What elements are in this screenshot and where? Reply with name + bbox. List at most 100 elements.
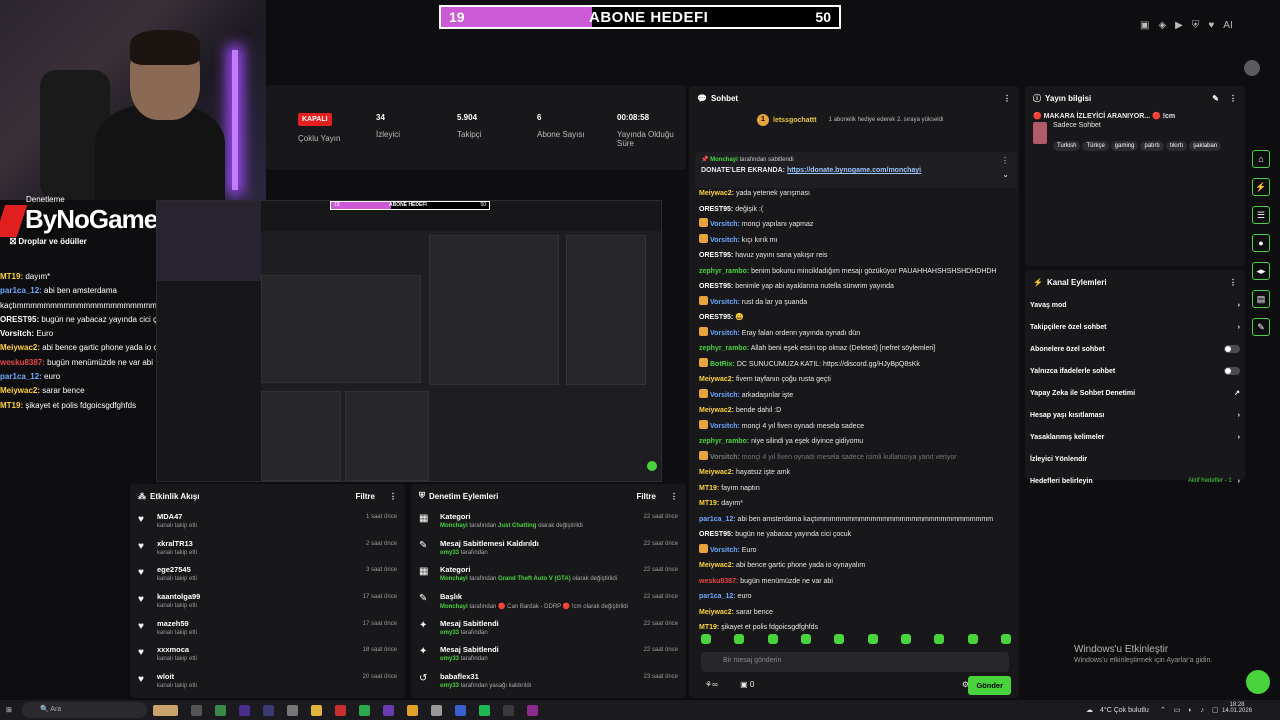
toggle-switch[interactable]	[1224, 345, 1240, 353]
app-icon-7[interactable]	[431, 704, 442, 716]
chat-user[interactable]: Vorsitch:	[710, 221, 740, 228]
chat-message[interactable]: par1ca_12: euro	[699, 589, 1011, 605]
chat-message[interactable]: Meiywac2: yada yetenek yarışması	[699, 186, 1011, 202]
mod-action-user[interactable]: Monchayi	[440, 604, 468, 610]
emote-icon[interactable]	[734, 634, 745, 644]
more-icon[interactable]: ⋮	[1003, 94, 1011, 103]
explorer-icon[interactable]	[311, 704, 322, 716]
activity-item[interactable]: ♥ wloit kanalı takip etti 20 saat önce	[130, 668, 405, 695]
mod-action-item[interactable]: ✎ Başlık Monchayi tarafından 🔴 Can Bardak …	[411, 588, 686, 615]
chat-user[interactable]: zephyr_rambo:	[699, 345, 749, 352]
chat-message[interactable]: OREST95: benimle yap abi ayaklarına nute…	[699, 279, 1011, 295]
emote-icon[interactable]	[867, 634, 878, 644]
more-icon[interactable]: ⋮	[1229, 278, 1237, 287]
emote-icon[interactable]	[767, 634, 778, 644]
app-icon-10[interactable]	[527, 704, 538, 716]
app-icon-4[interactable]	[287, 704, 298, 716]
chevron-down-icon[interactable]: ⌄	[1002, 170, 1009, 179]
toolbar-btn-3[interactable]: ☰	[1252, 206, 1270, 224]
send-button[interactable]: Gönder	[968, 676, 1011, 695]
chat-user[interactable]: Vorsitch:	[710, 454, 740, 461]
play-icon[interactable]: ▶	[1175, 20, 1183, 31]
mod-filter-button[interactable]: Filtre	[636, 492, 656, 501]
channel-action-item[interactable]: Yapay Zeka ile Sohbet Denetimi ↗	[1025, 382, 1245, 404]
mod-action-user[interactable]: Monchayi	[440, 523, 468, 529]
stream-tag[interactable]: Turkish	[1053, 141, 1081, 151]
app-icon-2[interactable]	[239, 704, 250, 716]
pinned-by[interactable]: Monchayi	[710, 157, 738, 163]
mod-action-user[interactable]: omy33	[440, 630, 459, 636]
app-icon-9[interactable]	[503, 704, 514, 716]
chat-user[interactable]: Vorsitch:	[710, 330, 740, 337]
chat-user[interactable]: MT19:	[699, 485, 719, 492]
mod-action-user[interactable]: omy33	[440, 550, 459, 556]
chat-input[interactable]: Bir mesaj gönderin	[701, 652, 1009, 672]
weather-text[interactable]: 4°C Çok bulutlu	[1100, 707, 1149, 714]
activity-item[interactable]: ♥ kaantolga99 kanalı takip etti 17 saat önc…	[130, 588, 405, 615]
stream-preview[interactable]: 19 ABONE HEDEFI 50	[156, 200, 662, 482]
emote-icon[interactable]	[701, 634, 711, 644]
toolbar-btn-6[interactable]: ▤	[1252, 290, 1270, 308]
channel-action-item[interactable]: Abonelere özel sohbet	[1025, 338, 1245, 360]
chat-user[interactable]: MT19:	[699, 500, 719, 507]
toolbar-btn-2[interactable]: ⚡	[1252, 178, 1270, 196]
toolbar-btn-7[interactable]: ✎	[1252, 318, 1270, 336]
app-icon-6[interactable]	[383, 704, 394, 716]
avatar[interactable]	[1244, 60, 1260, 76]
pinned-link[interactable]: https://donate.bynogame.com/monchayi	[787, 167, 921, 174]
chat-user[interactable]: OREST95:	[699, 314, 733, 321]
windows-start-icon[interactable]: ⊞	[6, 706, 12, 714]
edit-icon[interactable]: ✎	[1212, 94, 1219, 103]
opera-icon[interactable]	[335, 704, 346, 716]
chat-message[interactable]: Vorsitch: monçi yapılanı yapmaz	[699, 217, 1011, 233]
app-icon-8[interactable]	[455, 704, 466, 716]
chat-message[interactable]: Meiywac2: sarar bence	[699, 605, 1011, 621]
chat-user[interactable]: Meiywac2:	[699, 376, 734, 383]
chat-message[interactable]: MT19: dayım*	[699, 496, 1011, 512]
app-icon-1[interactable]	[215, 704, 226, 716]
chat-message[interactable]: OREST95: bugün ne yabacaz yayında cici ç…	[699, 527, 1011, 543]
chat-message[interactable]: BotRix: DC SUNUCUMUZA KATIL: https://dis…	[699, 357, 1011, 373]
stream-tag[interactable]: patırtı	[1140, 141, 1164, 151]
more-icon[interactable]: ⋮	[670, 492, 678, 501]
icon-2[interactable]: ◈	[1158, 20, 1166, 31]
points-icon[interactable]: ⚘∞ ▣ 0	[705, 680, 754, 689]
chat-user[interactable]: par1ca_12:	[699, 593, 736, 600]
emote-icon[interactable]	[800, 634, 811, 644]
widget-thumbnail[interactable]	[153, 704, 178, 716]
stream-tag[interactable]: şaklaban	[1189, 141, 1222, 151]
mod-action-item[interactable]: ✦ Mesaj Sabitlendi omy33 tarafından 22 saat…	[411, 615, 686, 642]
taskview-icon[interactable]	[191, 704, 202, 716]
chat-message[interactable]: Vorsitch: monçi 4 yıl fiven oynadı mesel…	[699, 450, 1011, 466]
chat-user[interactable]: par1ca_12:	[699, 516, 736, 523]
activity-item[interactable]: ♥ xxxmoca kanalı takip etti 18 saat önce	[130, 641, 405, 668]
category-name[interactable]: Sadece Sohbet	[1053, 122, 1223, 129]
channel-action-item[interactable]: Hesap yaşı kısıtlaması ›	[1025, 404, 1245, 426]
emote-icon[interactable]	[967, 634, 978, 644]
ai-icon[interactable]: AI	[1223, 20, 1232, 31]
emote-icon[interactable]	[900, 634, 911, 644]
chat-user[interactable]: Vorsitch:	[710, 547, 740, 554]
chat-user[interactable]: Meiywac2:	[699, 562, 734, 569]
chat-message[interactable]: zephyr_rambo: niye silindi ya eşek diyin…	[699, 434, 1011, 450]
chat-user[interactable]: Meiywac2:	[699, 190, 734, 197]
mod-action-user[interactable]: omy33	[440, 683, 459, 689]
stream-tag[interactable]: gaming	[1110, 141, 1139, 151]
chat-user[interactable]: wesku8387:	[699, 578, 738, 585]
heart-icon[interactable]: ♥	[1208, 20, 1214, 31]
chat-user[interactable]: OREST95:	[699, 206, 733, 213]
channel-action-item[interactable]: Takipçilere özel sohbet ›	[1025, 316, 1245, 338]
chat-message[interactable]: OREST95: değişik :(	[699, 202, 1011, 218]
emote-icon[interactable]	[934, 634, 945, 644]
tray-icons[interactable]: ⌃ ▭ ◐ ♪ ▢	[1160, 706, 1222, 714]
spotify-icon[interactable]	[479, 704, 490, 716]
emote-icon[interactable]	[834, 634, 845, 644]
more-icon[interactable]: ⋮	[389, 492, 397, 501]
mod-action-item[interactable]: ✦ Mesaj Sabitlendi omy33 tarafından 22 saat…	[411, 641, 686, 668]
chat-user[interactable]: OREST95:	[699, 531, 733, 538]
activity-item[interactable]: ♥ mazeh59 kanalı takip etti 17 saat önce	[130, 615, 405, 642]
chat-message[interactable]: Vorsitch: rust da lar ya şuanda	[699, 295, 1011, 311]
chat-user[interactable]: zephyr_rambo:	[699, 268, 749, 275]
assistant-button[interactable]	[1246, 670, 1270, 694]
chat-user[interactable]: Vorsitch:	[710, 423, 740, 430]
